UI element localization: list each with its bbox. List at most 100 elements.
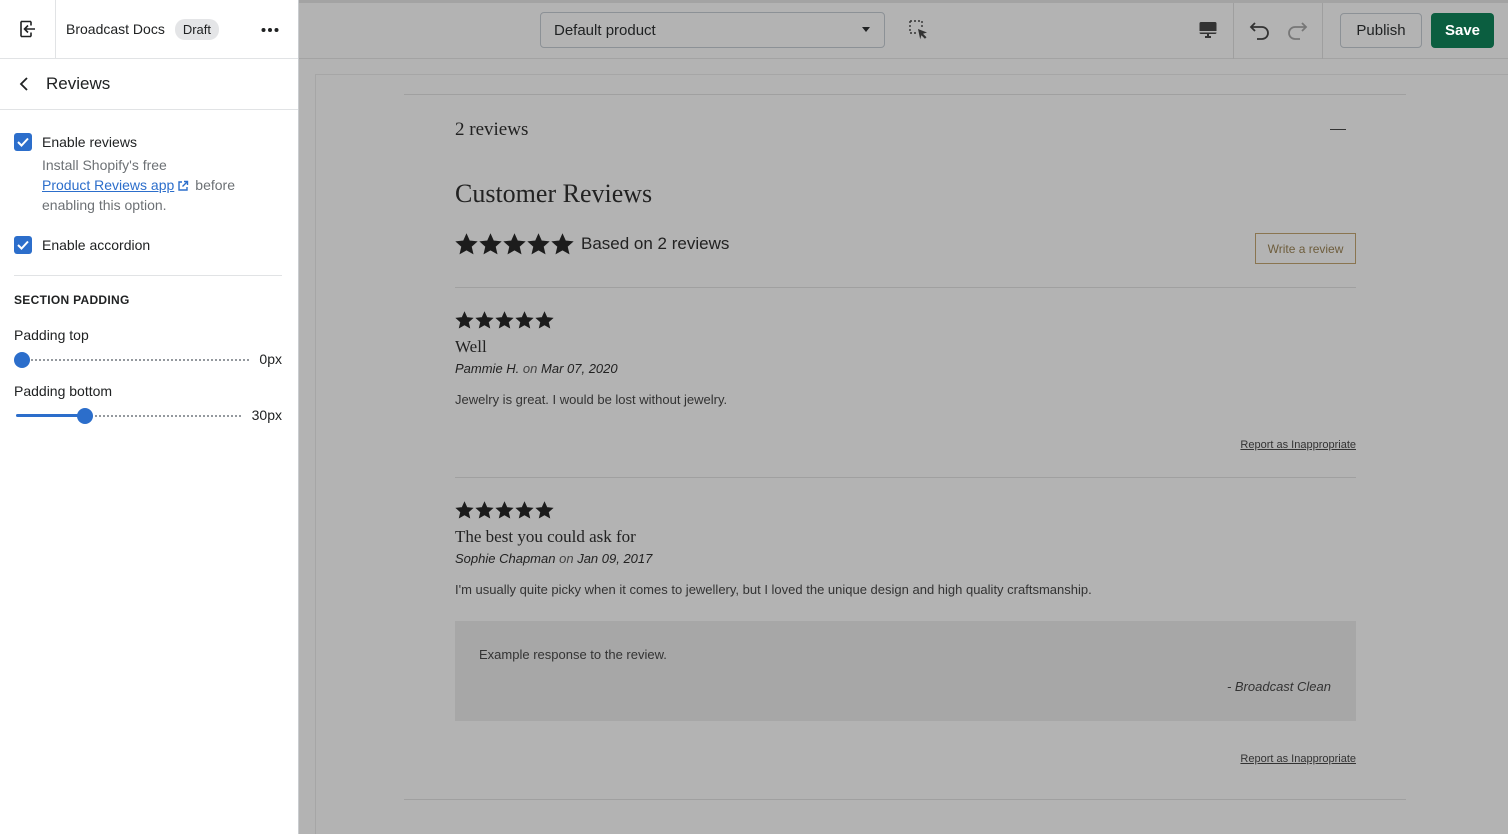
storefront-preview: 2 reviews Customer Reviews Based on 2 re…	[315, 74, 1508, 834]
star-icon	[475, 501, 494, 519]
accordion-bottom-border	[404, 799, 1406, 800]
review-item: Well Pammie H. on Mar 07, 2020 Jewelry i…	[455, 311, 1356, 451]
select-element-icon	[909, 20, 927, 40]
padding-top-slider[interactable]: 0px	[14, 347, 284, 373]
review-item: The best you could ask for Sophie Chapma…	[455, 501, 1356, 765]
write-review-button[interactable]: Write a review	[1255, 233, 1356, 264]
enable-reviews-checkbox[interactable]	[14, 133, 32, 151]
review-meta: Pammie H. on Mar 07, 2020	[455, 361, 1356, 376]
help-line-3: enabling this option.	[42, 197, 167, 213]
report-link[interactable]: Report as Inappropriate	[1240, 439, 1356, 451]
toolbar-separator	[1322, 3, 1323, 59]
external-link-icon	[178, 180, 189, 191]
summary-stars	[455, 233, 575, 255]
section-settings: Enable reviews Install Shopify's free Pr…	[0, 110, 298, 429]
padding-top-label: Padding top	[14, 327, 89, 343]
back-button[interactable]	[4, 59, 44, 109]
inspector-button[interactable]	[905, 16, 933, 44]
star-icon	[475, 311, 494, 329]
response-text: Example response to the review.	[479, 647, 667, 662]
star-icon	[503, 233, 526, 255]
review-response: Example response to the review. - Broadc…	[455, 621, 1356, 721]
help-line-1: Install Shopify's free	[42, 157, 167, 173]
star-icon	[515, 311, 534, 329]
undo-icon	[1249, 22, 1269, 40]
star-icon	[479, 233, 502, 255]
review-meta: Sophie Chapman on Jan 09, 2017	[455, 551, 1356, 566]
settings-sidebar: Broadcast Docs Draft Reviews Enable revi…	[0, 0, 299, 834]
section-title: Reviews	[46, 74, 111, 93]
caret-down-icon	[862, 27, 870, 32]
section-header: Reviews	[0, 59, 298, 110]
collapse-icon[interactable]	[1330, 129, 1346, 130]
template-select-value: Default product	[554, 21, 656, 39]
desktop-view-button[interactable]	[1194, 16, 1222, 44]
exit-icon	[19, 20, 35, 38]
enable-reviews-row: Enable reviews	[14, 132, 284, 152]
review-body: Jewelry is great. I would be lost withou…	[455, 392, 728, 407]
star-icon	[535, 311, 554, 329]
summary-text: Based on 2 reviews	[581, 234, 730, 253]
enable-accordion-row: Enable accordion	[14, 235, 284, 255]
response-author: - Broadcast Clean	[1226, 679, 1331, 694]
review-on: on	[522, 361, 538, 376]
star-icon	[551, 233, 574, 255]
product-reviews-app-link[interactable]: Product Reviews app	[42, 177, 174, 193]
padding-top-value: 0px	[259, 351, 282, 367]
review-date: Mar 07, 2020	[541, 361, 618, 376]
undo-button[interactable]	[1246, 17, 1274, 45]
divider	[455, 287, 1356, 288]
help-before: before	[195, 177, 235, 193]
reviews-heading: Customer Reviews	[455, 179, 653, 208]
padding-bottom-value: 30px	[251, 407, 282, 423]
star-icon	[515, 501, 534, 519]
padding-bottom-label: Padding bottom	[14, 383, 113, 399]
slider-track	[18, 359, 250, 361]
ellipsis-icon	[261, 28, 279, 32]
padding-top-slider-thumb[interactable]	[14, 352, 30, 368]
divider	[14, 275, 282, 276]
review-author: Sophie Chapman	[455, 551, 556, 566]
review-on: on	[559, 551, 574, 566]
star-icon	[527, 233, 550, 255]
section-padding-heading: SECTION PADDING	[14, 293, 130, 307]
star-icon	[495, 501, 514, 519]
divider	[455, 477, 1356, 478]
template-select[interactable]: Default product	[540, 12, 885, 48]
review-title: The best you could ask for	[455, 527, 636, 546]
exit-button[interactable]	[0, 0, 56, 58]
more-actions-button[interactable]	[258, 18, 282, 42]
desktop-icon	[1199, 22, 1217, 38]
toolbar-separator	[1233, 3, 1234, 59]
padding-bottom-slider[interactable]: 30px	[14, 403, 284, 429]
review-date: Jan 09, 2017	[577, 551, 653, 566]
status-badge: Draft	[174, 18, 219, 40]
star-icon	[455, 233, 478, 255]
checkmark-icon	[17, 240, 29, 250]
reviews-summary: Based on 2 reviews	[455, 233, 729, 255]
review-stars	[455, 311, 1356, 329]
report-link[interactable]: Report as Inappropriate	[1240, 753, 1356, 765]
editor-topbar: Default product Publish Save	[299, 0, 1508, 59]
review-title: Well	[455, 337, 487, 356]
star-icon	[455, 311, 474, 329]
review-body: I'm usually quite picky when it comes to…	[455, 582, 1092, 597]
save-button[interactable]: Save	[1431, 13, 1494, 48]
star-icon	[455, 501, 474, 519]
review-author: Pammie H.	[455, 361, 520, 376]
padding-bottom-slider-thumb[interactable]	[77, 408, 93, 424]
star-icon	[495, 311, 514, 329]
checkmark-icon	[17, 137, 29, 147]
chevron-left-icon	[19, 77, 28, 91]
redo-button[interactable]	[1283, 17, 1311, 45]
publish-button[interactable]: Publish	[1340, 13, 1422, 48]
enable-reviews-help: Install Shopify's free Product Reviews a…	[42, 155, 284, 215]
enable-accordion-checkbox[interactable]	[14, 236, 32, 254]
accordion-title[interactable]: 2 reviews	[455, 119, 528, 141]
review-stars	[455, 501, 1356, 519]
star-icon	[535, 501, 554, 519]
enable-reviews-label: Enable reviews	[42, 134, 137, 150]
store-name: Broadcast Docs	[66, 21, 165, 37]
enable-accordion-label: Enable accordion	[42, 237, 151, 253]
redo-icon	[1288, 22, 1308, 40]
